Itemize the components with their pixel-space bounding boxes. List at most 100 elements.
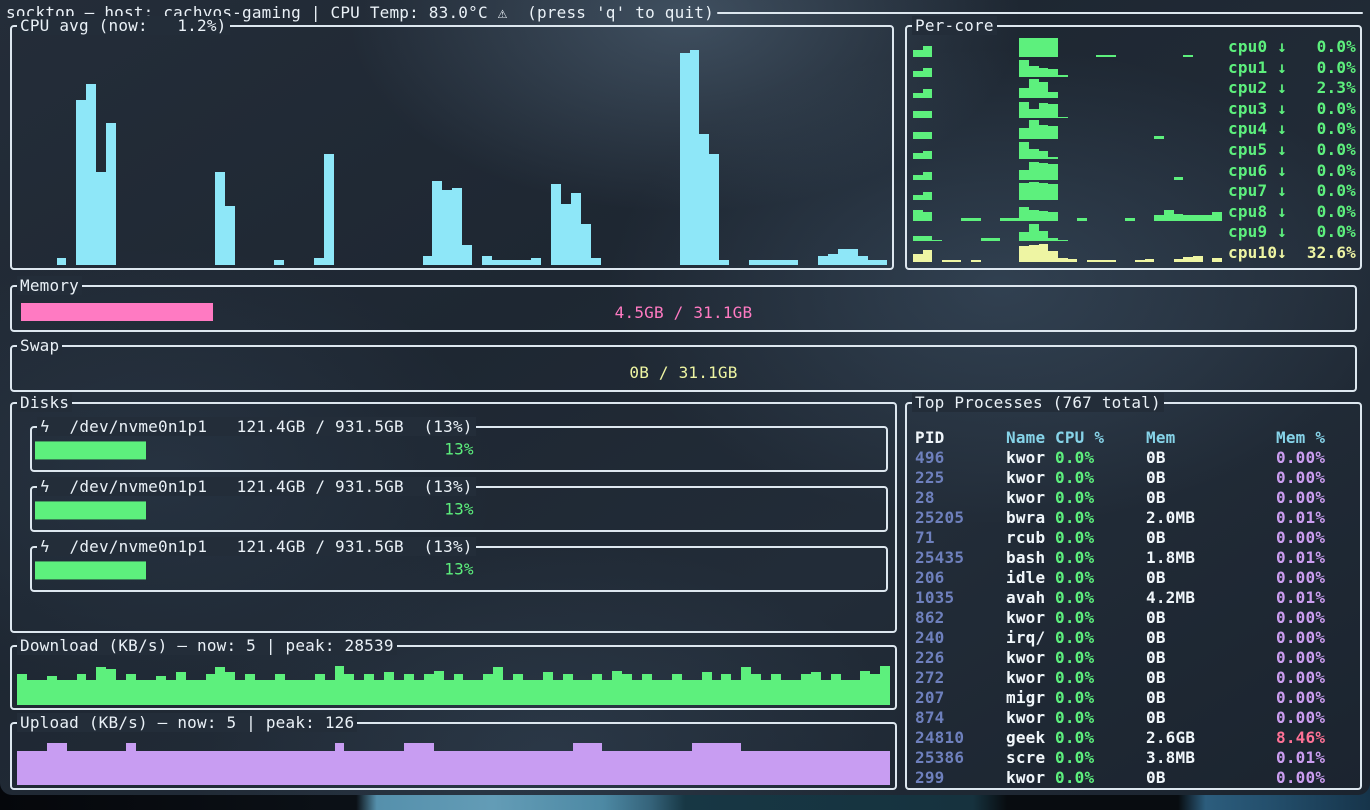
process-row: 226kwor0.0%0B0.00%: [907, 648, 1360, 668]
history-bar: [512, 260, 522, 265]
history-bar: [493, 667, 503, 705]
core-name: cpu6 ↓: [1228, 161, 1287, 180]
history-bar: [759, 260, 769, 265]
history-bar: [414, 680, 424, 705]
cpu-avg-history-chart: [17, 39, 887, 265]
history-bar: [414, 743, 424, 785]
history-bar: [642, 674, 652, 705]
proc-mem-pct: 0.00%: [1276, 488, 1360, 508]
history-bar: [503, 680, 513, 705]
swap-panel: Swap 0B / 31.1GB: [10, 345, 1357, 392]
history-bar: [719, 260, 729, 265]
download-panel: Download (KB/s) — now: 5 | peak: 28539: [10, 645, 897, 710]
history-bar: [652, 751, 662, 785]
history-bar: [186, 751, 196, 785]
column-header: Mem: [1146, 428, 1276, 448]
disk-usage-percent: 13%: [32, 560, 886, 579]
proc-cpu-pct: 0.0%: [1055, 488, 1146, 508]
history-bar: [245, 674, 255, 705]
history-bar: [521, 260, 531, 265]
history-bar: [932, 240, 942, 242]
history-bar: [186, 680, 196, 705]
upload-panel-title: Upload (KB/s) — now: 5 | peak: 126: [17, 713, 357, 732]
cpu-avg-panel-title: CPU avg (now: 1.2%): [17, 16, 230, 35]
history-bar: [424, 743, 434, 785]
history-bar: [731, 743, 741, 785]
history-bar: [483, 751, 493, 785]
disk-gauge-panel: ϟ /dev/nvme0n1p1 121.4GB / 931.5GB (13%)…: [30, 486, 888, 532]
history-bar: [1096, 260, 1106, 262]
core-row: cpu6 ↓0.0%: [913, 160, 1356, 180]
history-bar: [1174, 259, 1184, 262]
proc-name: kwor: [1006, 468, 1055, 488]
history-bar: [96, 172, 106, 265]
column-header: CPU %: [1055, 428, 1146, 448]
core-row: cpu0 ↓0.0%: [913, 37, 1356, 57]
history-bar: [1029, 149, 1039, 160]
history-bar: [1029, 245, 1039, 262]
history-bar: [923, 46, 933, 57]
core-history-chart: [913, 37, 1222, 57]
terminal-window[interactable]: socktop — host: cachyos-gaming | CPU Tem…: [0, 0, 1370, 795]
proc-mem-pct: 0.01%: [1276, 748, 1360, 768]
proc-pid: 874: [915, 708, 1006, 728]
history-bar: [1048, 164, 1058, 180]
history-bar: [86, 84, 96, 265]
history-bar: [17, 674, 27, 705]
history-bar: [225, 672, 235, 705]
history-bar: [354, 680, 364, 705]
history-bar: [880, 751, 890, 785]
history-bar: [749, 260, 759, 265]
core-history-chart: [913, 58, 1222, 78]
proc-name: geek: [1006, 728, 1055, 748]
history-bar: [166, 751, 176, 785]
proc-pid: 240: [915, 628, 1006, 648]
history-bar: [523, 680, 533, 705]
history-bar: [828, 254, 838, 265]
history-bar: [57, 258, 67, 265]
history-bar: [176, 751, 186, 785]
proc-mem: 0B: [1146, 668, 1276, 688]
history-bar: [1039, 103, 1049, 119]
history-bar: [551, 184, 561, 265]
proc-mem-pct: 8.46%: [1276, 728, 1360, 748]
history-bar: [146, 751, 156, 785]
column-header: Mem %: [1276, 428, 1360, 448]
history-bar: [1058, 258, 1068, 262]
history-bar: [206, 674, 216, 705]
memory-gauge: 4.5GB / 31.1GB: [21, 303, 1346, 321]
history-bar: [1203, 215, 1213, 220]
history-bar: [1048, 104, 1058, 119]
history-bar: [632, 680, 642, 705]
proc-pid: 28: [915, 488, 1006, 508]
core-row: cpu10↓32.6%: [913, 242, 1356, 262]
history-bar: [86, 751, 96, 785]
history-bar: [880, 666, 890, 705]
history-bar: [1048, 184, 1058, 201]
history-bar: [741, 667, 751, 705]
history-bar: [434, 671, 444, 706]
history-bar: [543, 672, 553, 705]
history-bar: [553, 680, 563, 705]
proc-pid: 226: [915, 648, 1006, 668]
proc-pid: 225: [915, 468, 1006, 488]
history-bar: [1145, 259, 1155, 262]
history-bar: [176, 672, 186, 705]
history-bar: [682, 751, 692, 785]
core-label: cpu0 ↓0.0%: [1228, 37, 1356, 57]
history-bar: [721, 743, 731, 785]
history-bar: [196, 680, 206, 705]
history-bar: [265, 680, 275, 705]
history-bar: [622, 751, 632, 785]
process-row: 206idle0.0%0B0.00%: [907, 568, 1360, 588]
history-bar: [583, 743, 593, 785]
proc-mem: 0B: [1146, 448, 1276, 468]
history-bar: [801, 674, 811, 705]
history-bar: [76, 100, 86, 265]
history-bar: [923, 250, 933, 262]
history-bar: [712, 743, 722, 785]
history-bar: [1000, 218, 1010, 221]
history-bar: [196, 751, 206, 785]
core-history-chart: [913, 99, 1222, 119]
core-row: cpu3 ↓0.0%: [913, 99, 1356, 119]
